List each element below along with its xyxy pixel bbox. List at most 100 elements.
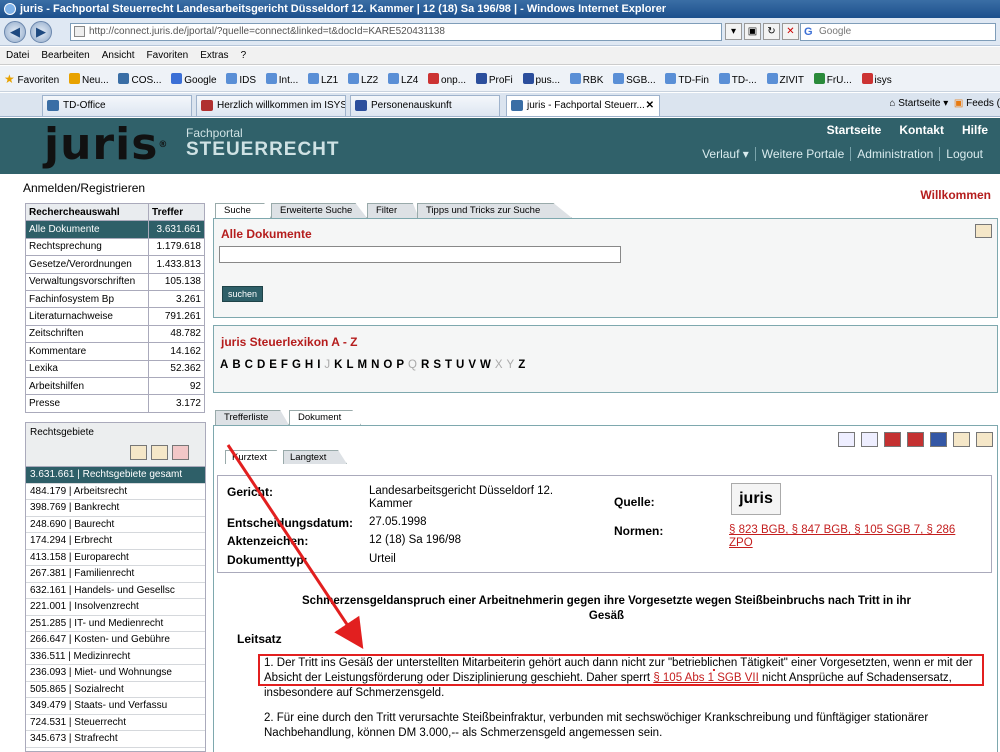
login-link[interactable]: Anmelden/Registrieren [23, 181, 145, 195]
letter-link[interactable]: H [305, 359, 314, 371]
nav-hilfe[interactable]: Hilfe [962, 123, 988, 137]
close-tab-icon[interactable]: ✕ [646, 96, 654, 115]
nav-logout[interactable]: Logout [939, 147, 989, 161]
fav-item[interactable]: LZ2 [348, 68, 378, 91]
fav-item[interactable]: isys [861, 68, 892, 91]
tab-dokument[interactable]: Dokument [289, 410, 361, 425]
browser-tab-active[interactable]: juris - Fachportal Steuerr... ✕ [506, 95, 660, 116]
fav-item[interactable]: LZ1 [308, 68, 338, 91]
menu-favoriten[interactable]: Favoriten [147, 50, 189, 61]
rechtsgebiet-item[interactable]: 248.690 | Baurecht [26, 517, 205, 533]
recherche-row[interactable]: Alle Dokumente 3.631.661 [24, 220, 205, 239]
tab-langtext[interactable]: Langtext [283, 450, 347, 464]
home-icon[interactable]: ⌂ [889, 98, 898, 109]
fav-item[interactable]: TD-... [718, 68, 757, 91]
letter-link[interactable]: O [383, 359, 393, 371]
window-icon[interactable] [953, 432, 970, 447]
letter-link[interactable]: S [433, 359, 442, 371]
letter-link[interactable]: R [421, 359, 430, 371]
fav-item[interactable]: TD-Fin [665, 68, 709, 91]
tab-tipps[interactable]: Tipps und Tricks zur Suche [417, 203, 572, 218]
fav-item[interactable]: Int... [265, 68, 298, 91]
menu-ansicht[interactable]: Ansicht [102, 50, 135, 61]
recherche-row[interactable]: Presse 3.172 [24, 394, 205, 413]
rechtsgebiet-item[interactable]: 3.631.661 | Rechtsgebiete gesamt [26, 467, 205, 484]
rtf-icon[interactable] [930, 432, 947, 447]
menu-extras[interactable]: Extras [200, 50, 228, 61]
letter-link[interactable]: L [346, 359, 354, 371]
fav-item[interactable]: Google [171, 68, 217, 91]
rechtsgebiet-item[interactable]: 505.865 | Sozialrecht [26, 682, 205, 698]
compat-icon[interactable]: ▣ [744, 23, 761, 40]
rechtsgebiet-item[interactable]: 413.158 | Europarecht [26, 550, 205, 566]
home-button[interactable]: Startseite [898, 98, 940, 109]
recherche-row[interactable]: Fachinfosystem Bp 3.261 [24, 289, 205, 309]
save-icon[interactable] [838, 432, 855, 447]
recherche-row[interactable]: Kommentare 14.162 [24, 342, 205, 361]
nav-administration[interactable]: Administration [850, 147, 940, 161]
recherche-row[interactable]: Arbeitshilfen 92 [24, 376, 205, 396]
letter-link[interactable]: E [269, 359, 278, 371]
menu-datei[interactable]: Datei [6, 50, 29, 61]
back-icon[interactable]: ◀ [4, 21, 26, 43]
fav-item[interactable]: SGB... [613, 68, 656, 91]
print-icon[interactable] [861, 432, 878, 447]
feeds-button[interactable]: Feeds ( [966, 98, 1000, 109]
recherche-row[interactable]: Gesetze/Verordnungen 1.433.813 [24, 255, 205, 274]
recherche-label[interactable]: Zeitschriften [24, 324, 150, 344]
letter-link[interactable]: F [281, 359, 289, 371]
rechtsgebiet-item[interactable]: 266.647 | Kosten- und Gebühre [26, 632, 205, 649]
recherche-label[interactable]: Lexika [24, 359, 150, 378]
fav-item[interactable]: Neu... [69, 68, 109, 91]
rechtsgebiet-item[interactable]: 345.673 | Strafrecht [26, 731, 205, 748]
search-input[interactable]: G Google [800, 23, 996, 41]
tab-kurztext[interactable]: Kurztext [225, 450, 285, 464]
recherche-label[interactable]: Arbeitshilfen [24, 376, 150, 396]
window-icon[interactable] [130, 445, 147, 460]
recherche-label[interactable]: Verwaltungsvorschriften [24, 272, 150, 291]
letter-link[interactable]: M [358, 359, 369, 371]
fav-item[interactable]: pus... [522, 68, 560, 91]
feeds-icon[interactable]: ▣ [954, 98, 963, 109]
rechtsgebiet-item[interactable]: 398.769 | Bankrecht [26, 500, 205, 517]
rechtsgebiet-item[interactable]: 174.294 | Erbrecht [26, 533, 205, 550]
recherche-label[interactable]: Fachinfosystem Bp [24, 289, 150, 309]
letter-link[interactable]: I [317, 359, 321, 371]
letter-link[interactable]: K [334, 359, 343, 371]
letter-link[interactable]: A [220, 359, 229, 371]
url-input[interactable]: http://connect.juris.de/jportal/?quelle=… [70, 23, 722, 41]
recherche-row[interactable]: Rechtsprechung 1.179.618 [24, 237, 205, 257]
fav-item[interactable]: IDS [226, 68, 256, 91]
tab-erweiterte-suche[interactable]: Erweiterte Suche [271, 203, 367, 218]
search-field[interactable] [219, 246, 621, 263]
rechtsgebiet-item[interactable]: 632.161 | Handels- und Gesellsc [26, 583, 205, 599]
nav-weitere-portale[interactable]: Weitere Portale [754, 147, 851, 161]
browser-tab[interactable]: Personenauskunft [350, 95, 500, 116]
nav-kontakt[interactable]: Kontakt [899, 123, 944, 137]
print-icon[interactable] [975, 224, 992, 238]
letter-link[interactable]: G [292, 359, 302, 371]
letter-link[interactable]: T [445, 359, 453, 371]
fav-item[interactable]: ZIVIT [766, 68, 804, 91]
letter-link[interactable]: V [468, 359, 477, 371]
letter-link[interactable]: W [480, 359, 492, 371]
letter-link[interactable]: P [396, 359, 405, 371]
letter-link[interactable]: C [245, 359, 254, 371]
menu-help[interactable]: ? [241, 50, 247, 61]
forward-icon[interactable]: ▶ [30, 21, 52, 43]
rechtsgebiet-item[interactable]: 349.479 | Staats- und Verfassu [26, 698, 205, 715]
pdf-icon[interactable] [907, 432, 924, 447]
folder-icon[interactable] [151, 445, 168, 460]
fav-item[interactable]: COS... [118, 68, 162, 91]
letter-link[interactable]: Z [518, 359, 526, 371]
nav-startseite[interactable]: Startseite [827, 123, 882, 137]
rechtsgebiet-item[interactable]: 267.381 | Familienrecht [26, 566, 205, 583]
export-icon[interactable] [884, 432, 901, 447]
tab-filter[interactable]: Filter [367, 203, 419, 218]
recherche-row[interactable]: Lexika 52.362 [24, 359, 205, 378]
folder-icon[interactable] [976, 432, 993, 447]
recherche-label[interactable]: Literaturnachweise [24, 307, 150, 326]
stop-icon[interactable]: ✕ [782, 23, 799, 40]
nav-verlauf[interactable]: Verlauf ▾ [696, 147, 755, 161]
tab-trefferliste[interactable]: Trefferliste [215, 410, 289, 425]
